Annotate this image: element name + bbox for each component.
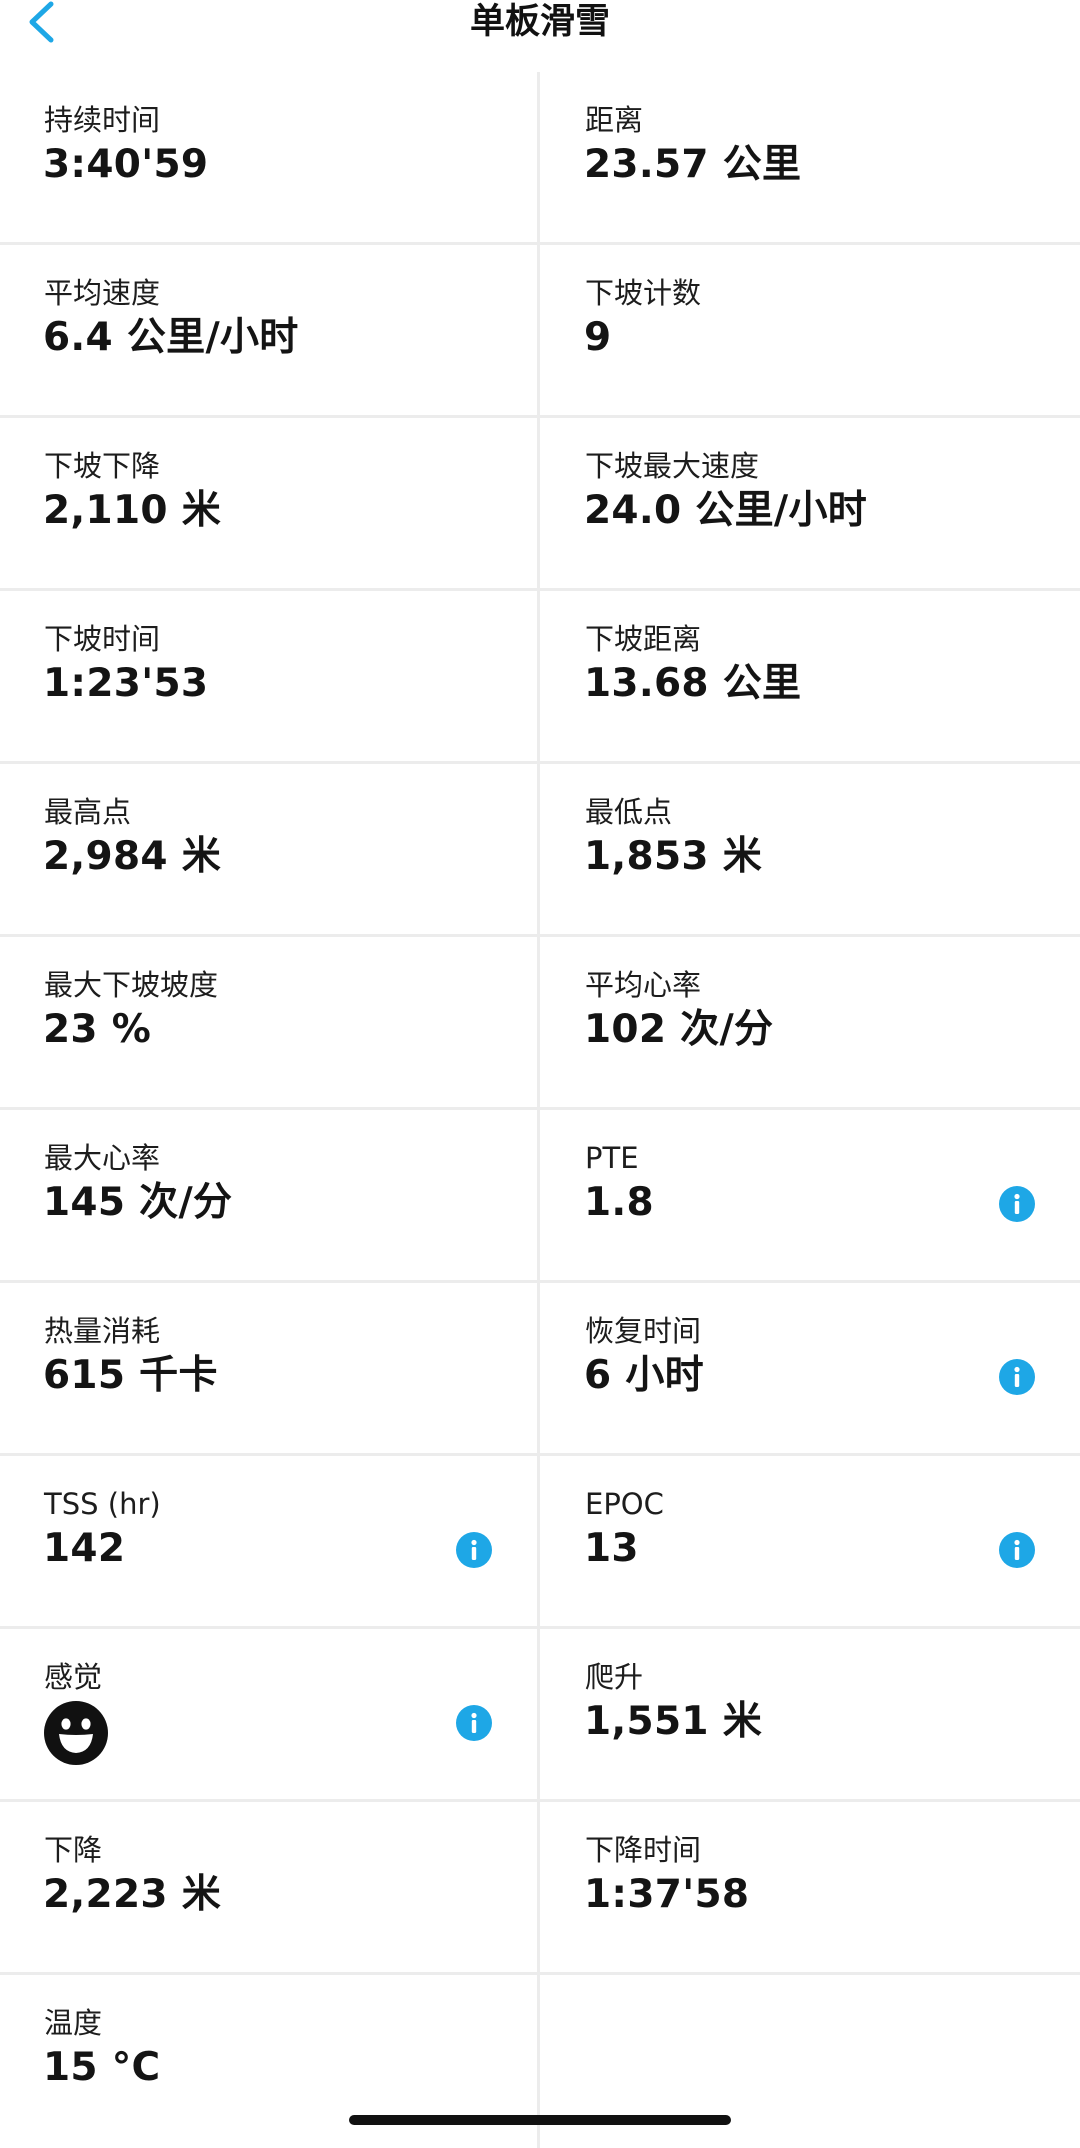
stat-highest-point: 最高点 2,984 米 bbox=[0, 764, 540, 937]
stat-downhill-max-speed: 下坡最大速度 24.0 公里/小时 bbox=[540, 418, 1080, 591]
stat-value: 102 次/分 bbox=[584, 1007, 774, 1052]
stat-lowest-point: 最低点 1,853 米 bbox=[540, 764, 1080, 937]
stat-recovery-time: 恢复时间 6 小时 bbox=[540, 1283, 1080, 1456]
stat-label: 下坡计数 bbox=[585, 276, 702, 310]
info-icon[interactable] bbox=[456, 1705, 492, 1741]
info-icon[interactable] bbox=[999, 1186, 1035, 1222]
stat-label: 下坡最大速度 bbox=[585, 449, 760, 483]
stat-pte: PTE 1.8 bbox=[540, 1110, 1080, 1283]
stat-label: 恢复时间 bbox=[585, 1314, 702, 1348]
info-icon[interactable] bbox=[999, 1532, 1035, 1568]
stat-label: TSS (hr) bbox=[44, 1487, 161, 1521]
stats-grid: 持续时间 3:40'59 距离 23.57 公里 平均速度 6.4 公里/小时 … bbox=[0, 72, 1080, 2148]
info-glyph bbox=[1014, 1366, 1020, 1387]
stat-value: 615 千卡 bbox=[43, 1353, 218, 1398]
stat-downhill-time: 下坡时间 1:23'53 bbox=[0, 591, 540, 764]
stat-value: 1:37'58 bbox=[584, 1872, 750, 1917]
page-title: 单板滑雪 bbox=[469, 2, 610, 42]
stat-label: 热量消耗 bbox=[44, 1314, 161, 1348]
stat-value: 142 bbox=[43, 1526, 126, 1571]
stat-value: 2,984 米 bbox=[43, 834, 222, 879]
stat-value: 23.57 公里 bbox=[584, 142, 802, 187]
stat-value: 1,853 米 bbox=[584, 834, 763, 879]
stat-value: 13.68 公里 bbox=[584, 661, 802, 706]
info-icon[interactable] bbox=[456, 1532, 492, 1568]
stat-max-heart-rate: 最大心率 145 次/分 bbox=[0, 1110, 540, 1283]
stat-value: 9 bbox=[584, 315, 612, 360]
stat-value: 2,110 米 bbox=[43, 488, 222, 533]
stat-label: 持续时间 bbox=[44, 103, 161, 137]
stat-avg-heart-rate: 平均心率 102 次/分 bbox=[540, 937, 1080, 1110]
stat-label: 最大下坡坡度 bbox=[44, 968, 219, 1002]
stat-label: 感觉 bbox=[44, 1660, 103, 1694]
stat-descent: 下降 2,223 米 bbox=[0, 1802, 540, 1975]
info-glyph bbox=[1014, 1539, 1020, 1560]
stat-label: 下降 bbox=[44, 1833, 103, 1867]
stat-distance: 距离 23.57 公里 bbox=[540, 72, 1080, 245]
stat-duration: 持续时间 3:40'59 bbox=[0, 72, 540, 245]
info-glyph bbox=[471, 1712, 477, 1733]
stat-label: 下坡时间 bbox=[44, 622, 161, 656]
stat-feeling: 感觉 bbox=[0, 1629, 540, 1802]
stat-label: 最大心率 bbox=[44, 1141, 161, 1175]
stat-label: 温度 bbox=[44, 2006, 103, 2040]
stat-max-slope: 最大下坡坡度 23 % bbox=[0, 937, 540, 1110]
stat-value: 3:40'59 bbox=[43, 142, 209, 187]
stat-value: 1,551 米 bbox=[584, 1699, 763, 1744]
stat-downhill-descent: 下坡下降 2,110 米 bbox=[0, 418, 540, 591]
stat-label: 最高点 bbox=[44, 795, 132, 829]
stat-ascent: 爬升 1,551 米 bbox=[540, 1629, 1080, 1802]
stat-value: 6 小时 bbox=[584, 1353, 704, 1398]
stat-value: 1:23'53 bbox=[43, 661, 209, 706]
stat-label: 最低点 bbox=[585, 795, 673, 829]
stat-label: 下降时间 bbox=[585, 1833, 702, 1867]
stat-label: 距离 bbox=[585, 103, 644, 137]
stat-label: EPOC bbox=[585, 1487, 664, 1521]
top-bar: 单板滑雪 bbox=[0, 0, 1080, 72]
stat-value: 145 次/分 bbox=[43, 1180, 233, 1225]
stat-value: 2,223 米 bbox=[43, 1872, 222, 1917]
stat-avg-speed: 平均速度 6.4 公里/小时 bbox=[0, 245, 540, 418]
stat-label: 爬升 bbox=[585, 1660, 644, 1694]
stat-value: 24.0 公里/小时 bbox=[584, 488, 868, 533]
stat-label: 平均心率 bbox=[585, 968, 702, 1002]
smiley-face-icon bbox=[43, 1700, 109, 1766]
stat-value: 1.8 bbox=[584, 1180, 654, 1225]
stat-label: 下坡距离 bbox=[585, 622, 702, 656]
stat-calories: 热量消耗 615 千卡 bbox=[0, 1283, 540, 1456]
stat-epoc: EPOC 13 bbox=[540, 1456, 1080, 1629]
stat-value: 23 % bbox=[43, 1007, 152, 1052]
info-glyph bbox=[471, 1539, 477, 1560]
stat-tss: TSS (hr) 142 bbox=[0, 1456, 540, 1629]
info-glyph bbox=[1014, 1193, 1020, 1214]
stat-label: 平均速度 bbox=[44, 276, 161, 310]
stat-value: 13 bbox=[584, 1526, 639, 1571]
stat-value: 6.4 公里/小时 bbox=[43, 315, 299, 360]
stat-descent-time: 下降时间 1:37'58 bbox=[540, 1802, 1080, 1975]
stat-value: 15 °C bbox=[43, 2045, 161, 2090]
home-indicator[interactable] bbox=[349, 2115, 731, 2125]
stat-downhill-count: 下坡计数 9 bbox=[540, 245, 1080, 418]
info-icon[interactable] bbox=[999, 1359, 1035, 1395]
stat-label: PTE bbox=[585, 1141, 639, 1175]
stat-label: 下坡下降 bbox=[44, 449, 161, 483]
stat-downhill-distance: 下坡距离 13.68 公里 bbox=[540, 591, 1080, 764]
